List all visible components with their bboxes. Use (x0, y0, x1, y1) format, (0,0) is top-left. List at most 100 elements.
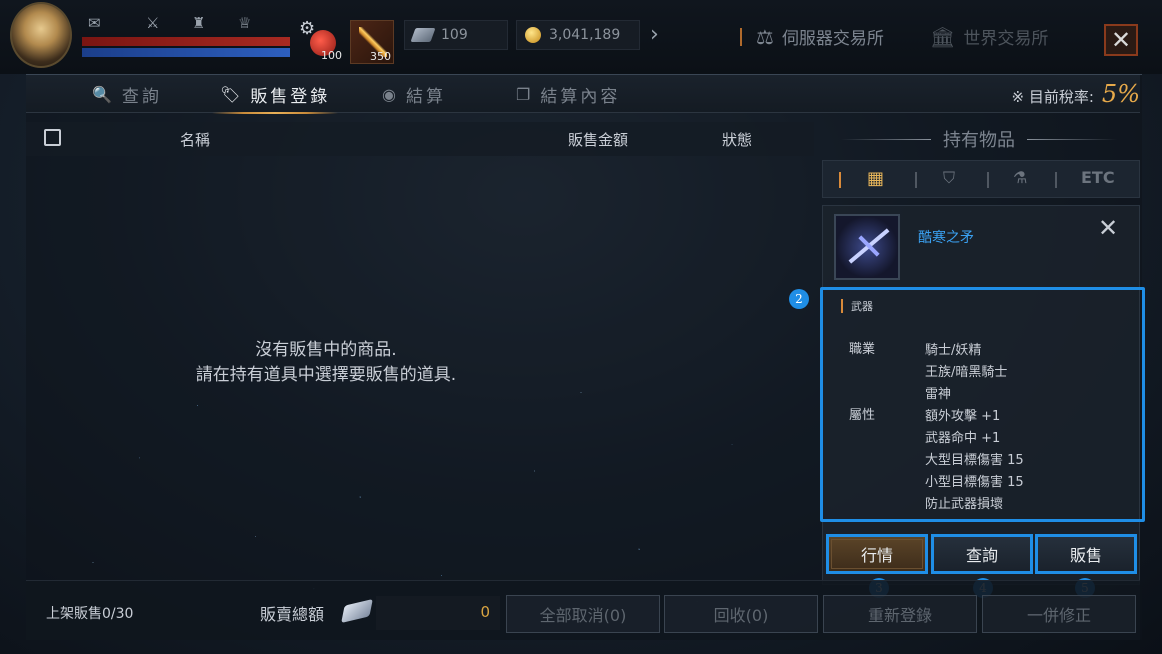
tab-settlement-details[interactable]: ❐ 結算內容 (516, 75, 620, 113)
potion-filter-icon[interactable]: ⚗ (1013, 168, 1027, 187)
scale-icon: ⚖ (756, 24, 774, 49)
retrieve-button[interactable]: 回收(0) (664, 595, 818, 633)
attr-list: 額外攻擊 +1 武器命中 +1 大型目標傷害 15 小型目標傷害 15 防止武器… (925, 406, 1024, 516)
chevron-right-icon[interactable]: › (650, 22, 659, 47)
gold-count: 3,041,189 (549, 27, 621, 43)
tax-rate: ※ 目前稅率: 5% (1012, 80, 1140, 108)
empty-line-1: 沒有販售中的商品. (255, 340, 397, 360)
spear-icon (834, 214, 900, 280)
callout-badge-2: 2 (789, 289, 809, 309)
weapon-count: 350 (370, 50, 391, 63)
tab-sell-register[interactable]: 🏷 販售登錄 (211, 75, 339, 114)
col-status[interactable]: 狀態 (722, 129, 752, 150)
coins-icon: ◉ (382, 84, 396, 104)
tax-label: ※ 目前稅率: (1011, 88, 1094, 106)
trophy-icon[interactable]: ♕ (238, 14, 251, 32)
col-name: 名稱 (180, 131, 211, 149)
grid-icon[interactable]: ▦ (867, 168, 884, 189)
category-label: 武器 (851, 300, 873, 313)
filter-divider (915, 172, 917, 188)
job-list: 騎士/妖精 王族/暗黑騎士 雷神 (925, 340, 1007, 406)
tab-settlement[interactable]: ◉ 結算 (382, 75, 446, 113)
total-label: 販賣總額 (260, 605, 325, 624)
sell-button[interactable]: 販售 (1035, 534, 1137, 574)
top-hud: ✉ ⚔ ♜ ♕ ⚙ 100 350 109 3,041,189 › ⚖ 伺服器交… (0, 0, 1162, 74)
character-portrait[interactable] (10, 2, 72, 68)
search-icon: 🔍 (92, 84, 112, 104)
total-value: 0 (480, 603, 490, 621)
query-button[interactable]: 查詢 (931, 534, 1033, 574)
empty-line-2: 請在持有道具中選擇要販售的道具. (195, 365, 457, 385)
tax-value: 5% (1101, 80, 1140, 108)
hud-divider (740, 28, 742, 46)
item-filter-bar: ▦ ⛉ ⚗ ETC (822, 160, 1140, 198)
col-price[interactable]: 販售金額 (568, 129, 628, 150)
filter-indicator (839, 172, 841, 188)
tag-icon: 🏷 (220, 84, 241, 104)
attr-value: 小型目標傷害 15 (925, 475, 1024, 490)
hp-bar (82, 37, 290, 46)
filter-divider (987, 172, 989, 188)
filter-divider (1055, 172, 1057, 188)
gold-currency: 3,041,189 (516, 20, 640, 50)
market-price-label: 行情 (860, 546, 893, 565)
attr-value: 額外攻擊 +1 (925, 409, 1001, 424)
job-label: 職業 (849, 342, 876, 357)
world-exchange-link[interactable]: 🏛 世界交易所 (930, 24, 1049, 50)
exchange-screen: ✉ ⚔ ♜ ♕ ⚙ 100 350 109 3,041,189 › ⚖ 伺服器交… (0, 0, 1162, 654)
tab-search-label: 查詢 (121, 86, 162, 107)
coin-icon (525, 27, 541, 43)
tab-settlement-details-label: 結算內容 (540, 86, 621, 107)
filter-etc[interactable]: ETC (1081, 168, 1115, 187)
tab-settlement-label: 結算 (405, 86, 446, 107)
empty-message: 沒有販售中的商品. 請在持有道具中選擇要販售的道具. (26, 338, 626, 388)
title-ornament-right (1027, 138, 1117, 140)
attr-value: 大型目標傷害 15 (925, 453, 1024, 468)
tab-search[interactable]: 🔍 查詢 (92, 75, 162, 113)
job-value: 騎士/妖精 (925, 343, 982, 358)
sword-icon[interactable]: ⚔ (146, 14, 159, 32)
query-label: 查詢 (965, 546, 998, 565)
listing-count: 上架販售0/30 (46, 606, 134, 622)
owned-items-title: 持有物品 (818, 126, 1140, 152)
tower-icon[interactable]: ♜ (192, 14, 205, 32)
document-icon: ❐ (516, 84, 531, 104)
diamond-currency: 109 (404, 20, 508, 50)
close-button[interactable]: ✕ (1104, 24, 1138, 56)
bank-icon: 🏛 (930, 24, 956, 49)
world-exchange-label: 世界交易所 (963, 29, 1049, 49)
job-value: 王族/暗黑騎士 (925, 365, 1008, 380)
retrieve-label: 回收(0) (713, 606, 769, 625)
shield-icon[interactable]: ⛉ (943, 168, 955, 188)
relist-button[interactable]: 重新登錄 (823, 595, 977, 633)
mp-bar (82, 48, 290, 57)
weapon-slot[interactable]: 350 (350, 20, 394, 64)
potion-slot[interactable]: 100 (306, 24, 342, 62)
server-exchange-label: 伺服器交易所 (781, 29, 884, 49)
batch-edit-label: 一併修正 (1026, 606, 1091, 625)
relist-label: 重新登錄 (867, 606, 932, 625)
tab-sell-register-label: 販售登錄 (250, 86, 331, 107)
item-name: 酷寒之矛 (918, 230, 974, 246)
tab-bar: 🔍 查詢 🏷 販售登錄 ◉ 結算 ❐ 結算內容 (26, 75, 1140, 114)
batch-edit-button[interactable]: 一併修正 (982, 595, 1136, 633)
bag-icon[interactable]: ✉ (88, 14, 101, 32)
diamond-icon (410, 28, 436, 42)
select-all-checkbox[interactable] (44, 129, 61, 146)
diamond-count: 109 (441, 27, 468, 43)
close-icon[interactable]: ✕ (1098, 214, 1118, 242)
title-ornament-left (841, 138, 931, 140)
job-value: 雷神 (925, 387, 952, 402)
cancel-all-label: 全部取消(0) (539, 606, 627, 625)
item-category: 武器 (841, 298, 873, 314)
market-price-button[interactable]: 行情 (826, 534, 928, 574)
list-header: 名稱 販售金額 狀態 (26, 122, 814, 156)
close-icon: ✕ (1110, 26, 1132, 54)
item-stats: 武器 職業 騎士/妖精 王族/暗黑騎士 雷神 屬性 額外攻擊 +1 武器命中 +… (820, 287, 1145, 522)
attr-value: 武器命中 +1 (925, 431, 1001, 446)
server-exchange-link[interactable]: ⚖ 伺服器交易所 (756, 24, 884, 50)
potion-count: 100 (321, 49, 342, 62)
cancel-all-button[interactable]: 全部取消(0) (506, 595, 660, 633)
sell-label: 販售 (1069, 546, 1102, 565)
category-marker (841, 299, 843, 313)
